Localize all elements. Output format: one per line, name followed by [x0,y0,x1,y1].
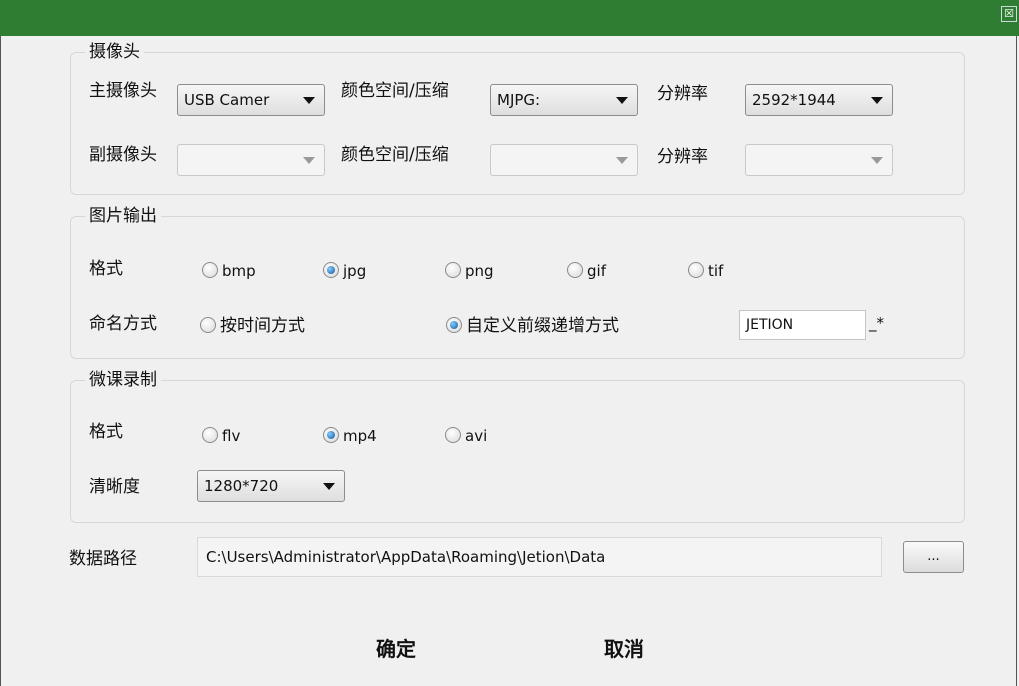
tif-radio-label: tif [708,262,724,280]
radio-circle [445,427,461,443]
cancel-button[interactable]: 取消 [574,629,674,669]
title-bar: ☒ [0,0,1019,36]
radio-selected-dot [450,321,458,329]
main-res-value: 2592*1944 [752,91,836,109]
data-path-field[interactable]: C:\Users\Administrator\AppData\Roaming\J… [197,537,882,577]
sub-color-label: 颜色空间/压缩 [341,145,449,165]
jpg-radio-label: jpg [343,262,367,280]
radio-circle [446,317,462,333]
radio-circle [323,262,339,278]
avi-radio-label: avi [465,427,488,445]
radio-selected-dot [327,431,335,439]
sub-res-select[interactable] [745,144,893,176]
naming-label: 命名方式 [89,314,157,334]
chevron-down-icon [616,97,628,104]
close-icon[interactable]: ☒ [1001,6,1017,22]
main-res-select[interactable]: 2592*1944 [745,84,893,116]
radio-circle [688,262,704,278]
main-camera-label: 主摄像头 [89,81,157,101]
main-color-label: 颜色空间/压缩 [341,81,449,101]
chevron-down-icon [616,157,628,164]
browse-button[interactable]: ... [903,541,964,573]
naming-time-label: 按时间方式 [220,316,305,336]
naming-custom-label: 自定义前缀递增方式 [466,316,619,336]
prefix-suffix: _* [869,314,884,332]
chevron-down-icon [303,157,315,164]
camera-group-title: 摄像头 [85,41,144,63]
gif-radio-label: gif [587,262,606,280]
bmp-radio-label: bmp [222,262,256,280]
chevron-down-icon [303,97,315,104]
clarity-label: 清晰度 [89,477,140,497]
image-format-label: 格式 [89,259,123,279]
sub-color-select[interactable] [490,144,638,176]
main-color-select[interactable]: MJPG: [490,84,638,116]
mp4-radio-label: mp4 [343,427,377,445]
radio-circle [323,427,339,443]
image-output-group-title: 图片输出 [85,205,161,227]
chevron-down-icon [323,483,335,490]
sub-res-label: 分辨率 [657,147,708,167]
main-camera-select[interactable]: USB Camer [177,84,325,116]
clarity-select[interactable]: 1280*720 [197,470,345,502]
clarity-value: 1280*720 [204,477,279,495]
flv-radio-label: flv [222,427,241,445]
radio-selected-dot [327,266,335,274]
micro-lesson-group-title: 微课录制 [85,369,161,391]
radio-circle [202,262,218,278]
sub-camera-label: 副摄像头 [89,145,157,165]
chevron-down-icon [871,97,883,104]
video-format-label: 格式 [89,422,123,442]
chevron-down-icon [871,157,883,164]
main-res-label: 分辨率 [657,84,708,104]
radio-circle [567,262,583,278]
prefix-input[interactable]: JETION [739,310,866,340]
main-camera-value: USB Camer [184,91,270,109]
main-color-value: MJPG: [497,91,541,109]
sub-camera-select[interactable] [177,144,325,176]
radio-circle [200,317,216,333]
radio-circle [202,427,218,443]
radio-circle [445,262,461,278]
data-path-label: 数据路径 [69,549,137,569]
png-radio-label: png [465,262,494,280]
ok-button[interactable]: 确定 [346,629,446,669]
